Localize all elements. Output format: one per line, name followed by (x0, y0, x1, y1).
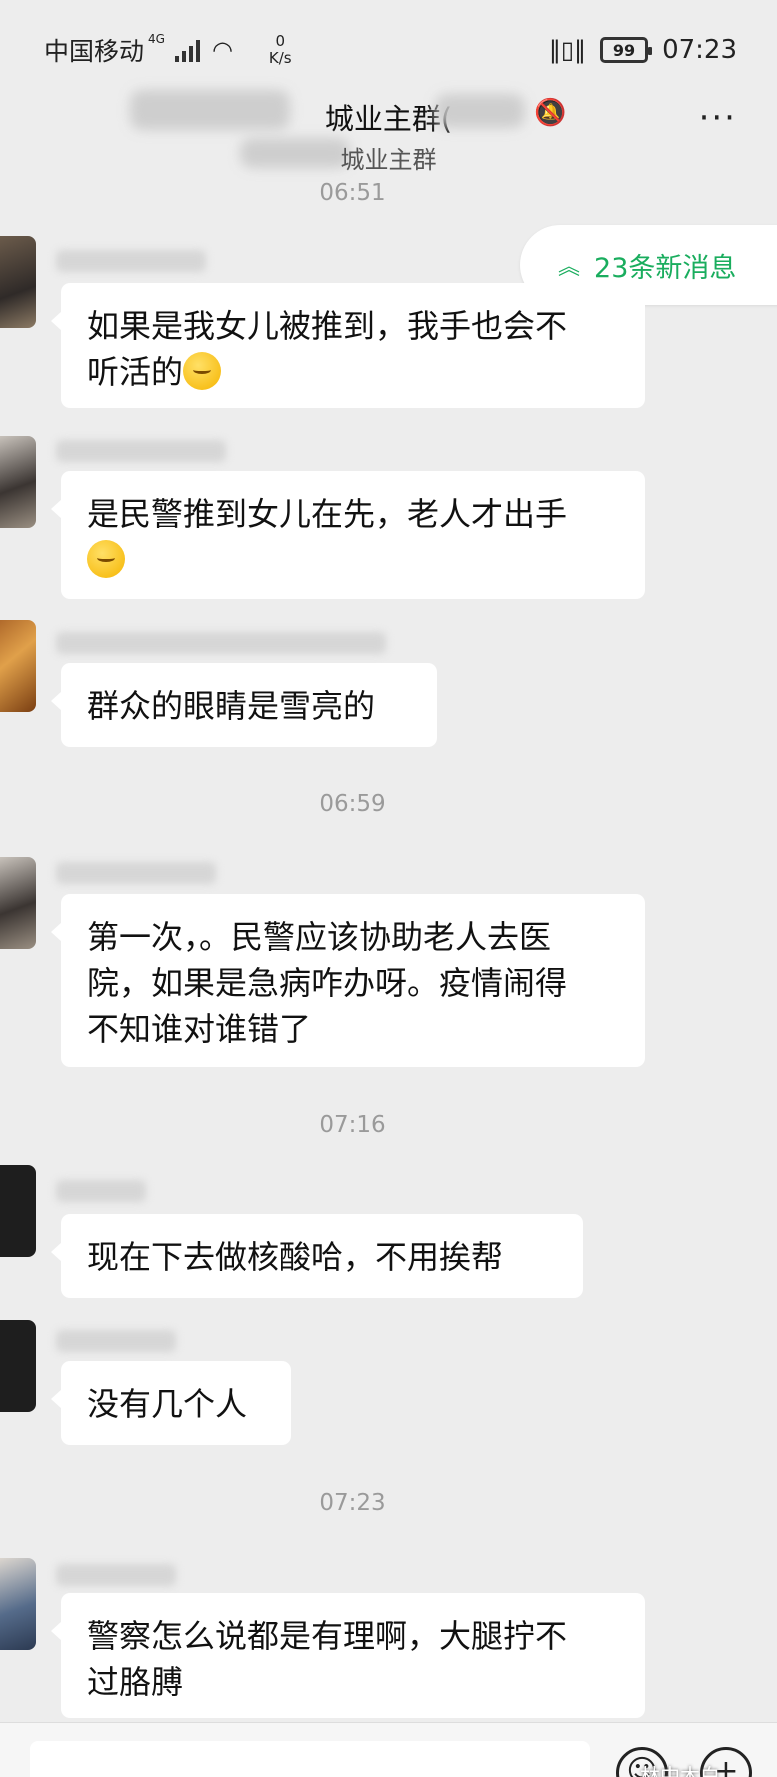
chat-subtitle: 城业主群 (340, 146, 437, 174)
message-bubble[interactable]: 群众的眼睛是雪亮的 (51, 663, 437, 747)
chat-header: 城业主群( 🔕 城业主群 ··· (0, 82, 777, 177)
avatar[interactable] (0, 1558, 36, 1650)
double-chevron-up-icon: ︽ (558, 255, 581, 280)
status-clock: 07:23 (662, 35, 737, 65)
network-type: 4G (148, 32, 165, 46)
message-bubble[interactable]: 第一次，。民警应该协助老人去医 院，如果是急病咋办呀。疫情闹得 不知谁对谁错了 (51, 894, 645, 1067)
speed-unit: K/s (268, 49, 292, 67)
watermark: 林中木白 (640, 1764, 720, 1777)
redacted-member-count (435, 94, 525, 128)
sender-name-redacted (56, 632, 386, 654)
message-input[interactable] (30, 1741, 590, 1777)
mute-bell-icon: 🔕 (534, 98, 567, 128)
chat-title[interactable]: 城业主群( (0, 96, 777, 138)
timestamp: 07:16 (319, 1112, 386, 1138)
thinking-emoji-icon (183, 352, 222, 390)
speed-value: 0 (275, 32, 286, 50)
sender-name-redacted (56, 862, 216, 884)
battery-icon: 99 (600, 37, 653, 63)
sender-name-redacted (56, 440, 226, 462)
message-bubble[interactable]: 警察怎么说都是有理啊，大腿拧不 过胳膊 (51, 1593, 645, 1718)
avatar[interactable] (0, 857, 36, 949)
signal-icon (174, 38, 200, 62)
timestamp: 06:51 (319, 180, 386, 206)
message-bubble[interactable]: 现在下去做核酸哈，不用挨帮 (51, 1214, 583, 1298)
more-options-icon[interactable]: ··· (699, 98, 737, 138)
sender-name-redacted (56, 1564, 176, 1586)
sender-name-redacted (56, 250, 206, 272)
network-speed: 0 K/s (269, 33, 292, 67)
battery-level: 99 (612, 40, 636, 60)
avatar[interactable] (0, 1320, 36, 1412)
avatar[interactable] (0, 436, 36, 528)
avatar[interactable] (0, 1165, 36, 1257)
avatar[interactable] (0, 620, 36, 712)
facepalm-emoji-icon (87, 540, 125, 578)
message-bubble[interactable]: 如果是我女儿被推到，我手也会不 听活的 (51, 283, 645, 408)
vibrate-icon: ‖▯‖ (548, 36, 587, 64)
sender-name-redacted (56, 1330, 176, 1352)
message-bubble[interactable]: 没有几个人 (51, 1361, 291, 1445)
timestamp: 06:59 (319, 791, 386, 817)
avatar[interactable] (0, 236, 36, 328)
wifi-icon: ◠ (211, 36, 233, 64)
message-bubble[interactable]: 是民警推到女儿在先，老人才出手 (51, 471, 645, 599)
sender-name-redacted (56, 1180, 146, 1202)
carrier-name: 中国移动 (44, 37, 145, 66)
timestamp: 07:23 (319, 1490, 386, 1516)
new-messages-label: 23条新消息 (594, 252, 737, 284)
